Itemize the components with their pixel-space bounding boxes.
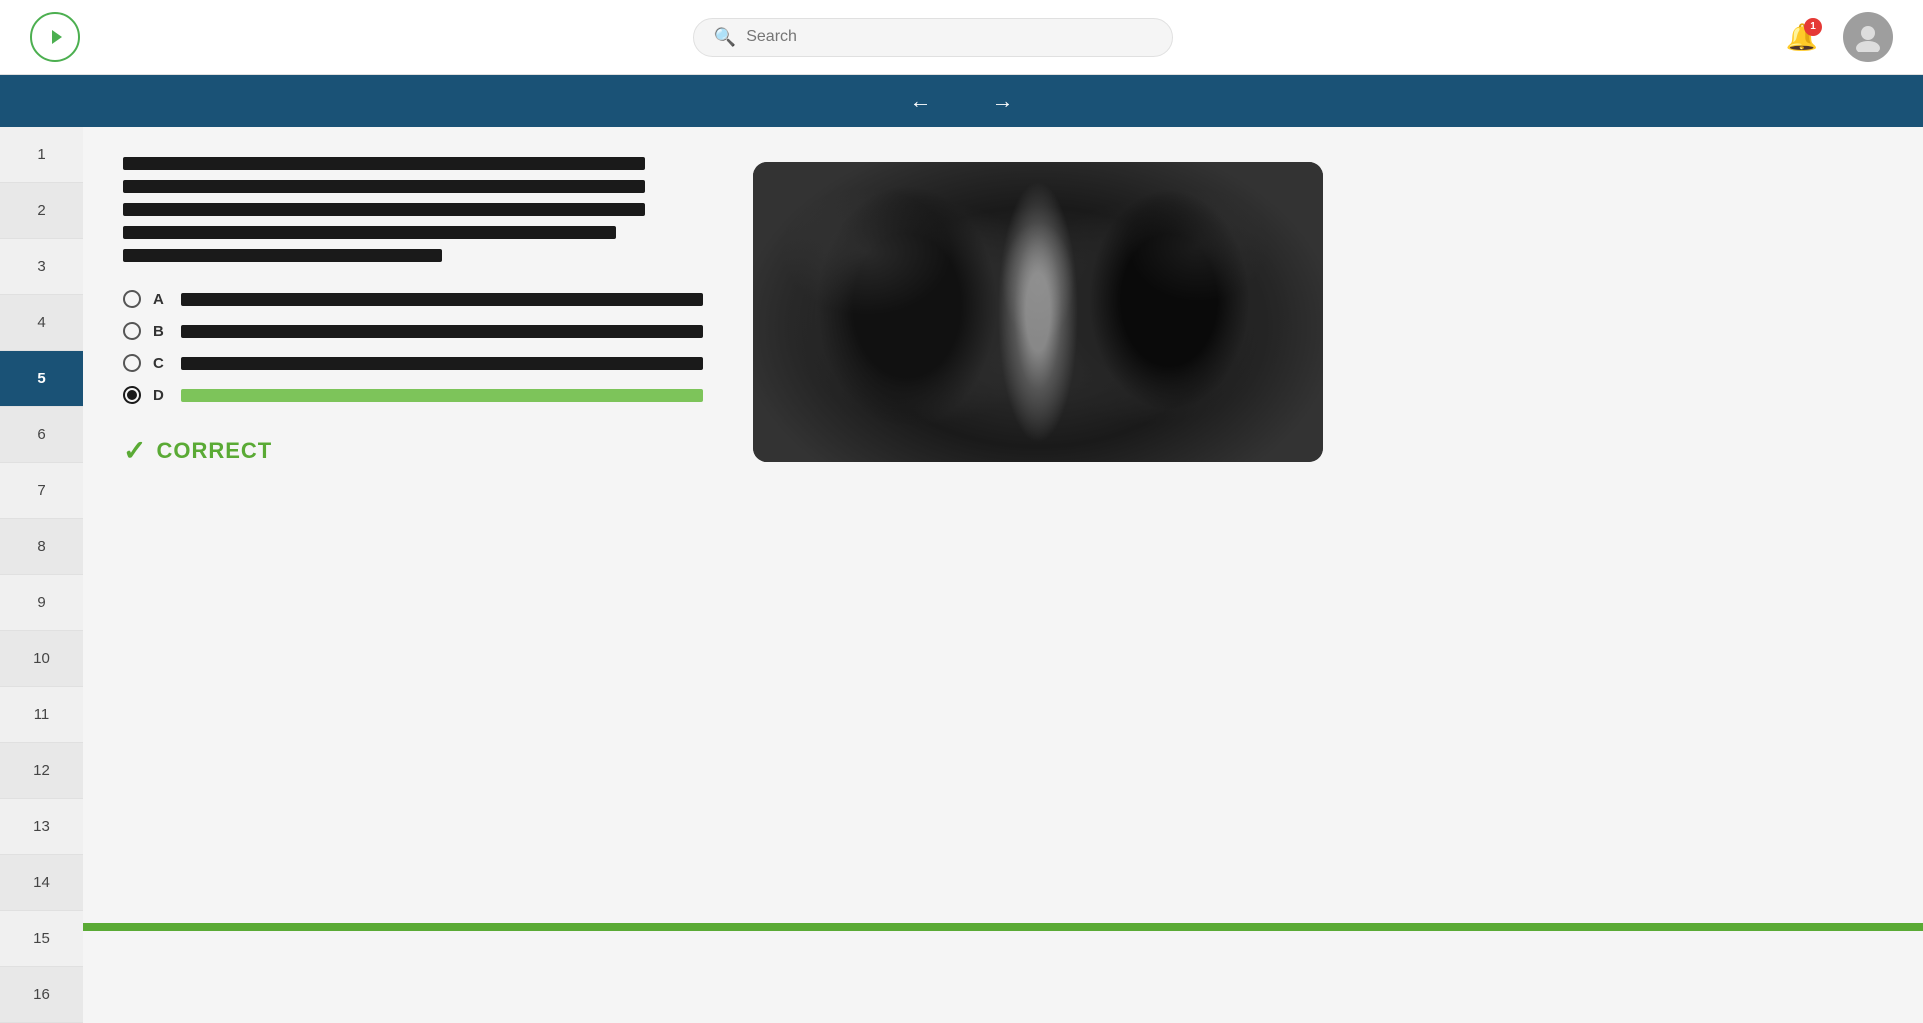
- sidebar-item-7[interactable]: 7: [0, 463, 83, 519]
- nav-bar: ← →: [0, 75, 1923, 127]
- sidebar-item-4[interactable]: 4: [0, 295, 83, 351]
- avatar-button[interactable]: [1843, 12, 1893, 62]
- radio-b[interactable]: [123, 322, 141, 340]
- option-b-bar: [181, 325, 703, 338]
- option-c-bar: [181, 357, 703, 370]
- correct-indicator: ✓ CORRECT: [123, 434, 703, 467]
- sidebar-item-3[interactable]: 3: [0, 239, 83, 295]
- option-c[interactable]: C: [123, 354, 703, 372]
- checkmark-icon: ✓: [123, 434, 146, 467]
- sidebar: 1 2 3 4 5 6 7 8 9 10 11 12 13 14 15 16: [0, 127, 83, 1023]
- question-line-3: [123, 203, 645, 216]
- search-icon: 🔍: [714, 27, 736, 48]
- correct-text: CORRECT: [156, 438, 272, 464]
- option-a-bar: [181, 293, 703, 306]
- question-line-2: [123, 180, 645, 193]
- bottom-progress-bar: [83, 923, 1923, 931]
- options-list: A B C: [123, 290, 703, 404]
- sidebar-item-12[interactable]: 12: [0, 743, 83, 799]
- content-area: A B C: [83, 127, 1923, 1023]
- option-b[interactable]: B: [123, 322, 703, 340]
- sidebar-item-16[interactable]: 16: [0, 967, 83, 1023]
- radio-d[interactable]: [123, 386, 141, 404]
- option-d-bar: [181, 389, 703, 402]
- sidebar-item-9[interactable]: 9: [0, 575, 83, 631]
- option-d-label: D: [153, 387, 169, 404]
- sidebar-item-14[interactable]: 14: [0, 855, 83, 911]
- main-layout: 1 2 3 4 5 6 7 8 9 10 11 12 13 14 15 16: [0, 127, 1923, 1023]
- forward-button[interactable]: →: [982, 83, 1024, 119]
- option-d[interactable]: D: [123, 386, 703, 404]
- sidebar-item-11[interactable]: 11: [0, 687, 83, 743]
- sidebar-item-2[interactable]: 2: [0, 183, 83, 239]
- search-bar: 🔍: [693, 18, 1173, 57]
- sidebar-item-8[interactable]: 8: [0, 519, 83, 575]
- sidebar-item-6[interactable]: 6: [0, 407, 83, 463]
- sidebar-item-5[interactable]: 5: [0, 351, 83, 407]
- question-line-4: [123, 226, 616, 239]
- header-right: 🔔 1: [1786, 12, 1893, 62]
- radio-c[interactable]: [123, 354, 141, 372]
- back-button[interactable]: ←: [900, 83, 942, 119]
- header: 🔍 🔔 1: [0, 0, 1923, 75]
- option-a[interactable]: A: [123, 290, 703, 308]
- question-panel: A B C: [123, 157, 703, 993]
- sidebar-item-15[interactable]: 15: [0, 911, 83, 967]
- sidebar-item-1[interactable]: 1: [0, 127, 83, 183]
- sidebar-item-13[interactable]: 13: [0, 799, 83, 855]
- radio-a[interactable]: [123, 290, 141, 308]
- notification-badge: 1: [1804, 18, 1822, 36]
- radio-d-inner: [127, 390, 137, 400]
- option-c-label: C: [153, 355, 169, 372]
- xray-image: [753, 162, 1323, 462]
- option-a-label: A: [153, 291, 169, 308]
- image-panel: [753, 157, 1883, 993]
- notification-button[interactable]: 🔔 1: [1786, 22, 1818, 53]
- search-input[interactable]: [746, 28, 1152, 46]
- sidebar-item-10[interactable]: 10: [0, 631, 83, 687]
- option-b-label: B: [153, 323, 169, 340]
- question-text-block: [123, 157, 703, 262]
- question-line-5: [123, 249, 442, 262]
- logo-button[interactable]: [30, 12, 80, 62]
- xray-overlay: [753, 162, 1323, 462]
- question-line-1: [123, 157, 645, 170]
